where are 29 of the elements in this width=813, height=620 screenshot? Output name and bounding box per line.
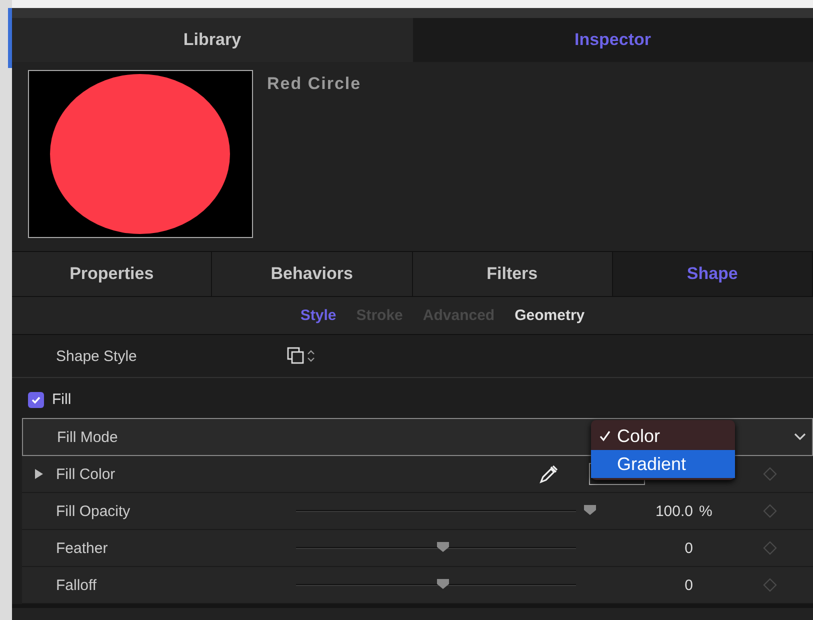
row-label: Falloff (56, 576, 98, 594)
value-field[interactable]: 0 (603, 576, 693, 594)
row-label: Shape Style (56, 348, 138, 364)
slider-thumb[interactable] (436, 541, 450, 553)
property-tab[interactable]: Filters (412, 252, 613, 296)
property-tab[interactable]: Behaviors (212, 252, 412, 296)
disclosure-triangle-icon[interactable] (34, 469, 44, 479)
unit-label: % (699, 502, 714, 520)
fill-checkbox[interactable] (28, 392, 44, 408)
value-field[interactable]: 0 (603, 540, 693, 556)
eyedropper-icon[interactable] (539, 464, 559, 484)
section-label: Fill (52, 391, 72, 408)
menu-item[interactable]: Gradient (591, 450, 735, 478)
row-label: Fill Color (56, 466, 116, 482)
object-name: Red Circle (267, 74, 362, 95)
panel-tab[interactable]: Library (12, 18, 412, 62)
row-label: Fill Mode (57, 428, 119, 446)
property-tab[interactable]: Properties (12, 252, 212, 296)
sub-tab[interactable]: Geometry (514, 307, 585, 324)
slider-thumb[interactable] (583, 504, 597, 516)
value-field[interactable]: 100.0 (603, 502, 693, 520)
panel-tab[interactable]: Inspector (412, 18, 813, 62)
menu-item[interactable]: Color (591, 422, 735, 450)
checkmark-icon (599, 430, 611, 442)
shape-style-icon[interactable] (287, 347, 317, 365)
row-label: Feather (56, 540, 109, 556)
row-label: Fill Opacity (56, 502, 132, 520)
chevron-down-icon[interactable] (794, 433, 806, 441)
slider-thumb[interactable] (436, 578, 450, 590)
